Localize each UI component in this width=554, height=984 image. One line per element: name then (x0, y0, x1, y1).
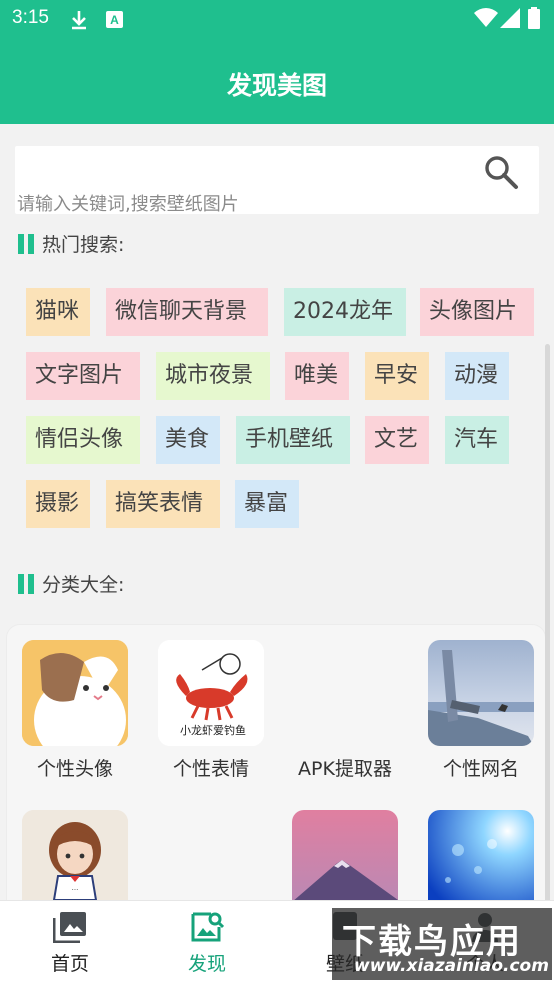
discover-content[interactable]: 请输入关键词,搜索壁纸图片 热门搜索: 猫咪 微信聊天背景 2024龙年 头像图片文字… (0, 124, 554, 900)
category-label: APK提取器 (298, 758, 392, 780)
category-label: 个性表情 (172, 758, 249, 780)
cat-avatar-image (22, 640, 128, 746)
watermark-url: www.xiazainiao.com (354, 956, 549, 976)
hot-search-tag[interactable]: 城市夜景 (156, 352, 270, 400)
status-bar: 3:15 A (0, 0, 554, 38)
apk-extractor-icon (292, 640, 398, 746)
hot-search-tag[interactable]: 头像图片 (420, 288, 534, 336)
hot-search-tag[interactable]: 2024龙年 (284, 288, 406, 336)
search-box[interactable]: 请输入关键词,搜索壁纸图片 (15, 146, 539, 216)
hot-search-tag[interactable]: 早安 (365, 352, 429, 400)
hot-search-tag[interactable]: 暴富 (235, 480, 299, 528)
category-label: 个性头像 (36, 758, 113, 780)
search-input[interactable]: 请输入关键词,搜索壁纸图片 (17, 190, 239, 216)
mountain-pink-sky-image (292, 810, 398, 900)
hot-search-tag[interactable]: 唯美 (285, 352, 349, 400)
category-label: 个性网名 (442, 758, 519, 780)
title-marker-icon (18, 573, 34, 594)
status-time: 3:15 (12, 7, 49, 28)
category-item-sticker[interactable]: 小龙虾爱钓鱼 个性表情 (151, 640, 271, 781)
page-title: 发现美图 (226, 71, 327, 100)
hot-search-tag[interactable]: 摄影 (26, 480, 90, 528)
nav-item-home[interactable]: 首页 (15, 911, 125, 976)
sticker-caption: 小龙虾爱钓鱼 (180, 724, 246, 737)
hot-search-tag[interactable]: 微信聊天背景 (106, 288, 268, 336)
nav-label: 首页 (50, 953, 89, 975)
title-marker-icon (18, 233, 34, 254)
category-item-avatar[interactable]: 个性头像 (15, 640, 135, 781)
battery-icon (528, 7, 540, 33)
search-icon[interactable] (483, 154, 519, 194)
nav-label: 发现 (187, 953, 226, 975)
category-item-apk[interactable]: APK提取器 (285, 640, 405, 781)
hot-search-tag[interactable]: 猫咪 (26, 288, 90, 336)
hot-search-tag[interactable]: 汽车 (445, 416, 509, 464)
anime-girl-image: ··· (22, 810, 128, 900)
hot-search-title: 热门搜索: (18, 230, 124, 257)
watermark-logo: 下载鸟应用 www.xiazainiao.com (332, 908, 552, 980)
nav-item-discover[interactable]: 发现 (152, 911, 262, 976)
category-item-7[interactable] (421, 810, 541, 900)
hot-search-tag[interactable]: 文艺 (365, 416, 429, 464)
categories-title: 分类大全: (18, 570, 124, 597)
hot-search-tag[interactable]: 搞笑表情 (106, 480, 220, 528)
a-notification-icon: A (106, 11, 123, 32)
lobster-sticker-image: 小龙虾爱钓鱼 (158, 640, 264, 746)
seaside-photo-image (428, 640, 534, 746)
hot-search-label: 热门搜索: (42, 234, 125, 256)
scrollbar[interactable] (545, 344, 550, 900)
hot-search-tag[interactable]: 动漫 (445, 352, 509, 400)
hot-search-tag[interactable]: 文字图片 (26, 352, 140, 400)
categories-label: 分类大全: (42, 574, 125, 596)
download-icon (70, 9, 88, 35)
svg-text:A: A (110, 13, 119, 27)
gallery-icon (15, 911, 125, 947)
image-search-icon (152, 911, 262, 947)
app-header: 3:15 A 发现美图 (0, 0, 554, 124)
hot-search-tag[interactable]: 美食 (156, 416, 220, 464)
hot-search-tag[interactable]: 情侣头像 (26, 416, 140, 464)
category-item-6[interactable] (285, 810, 405, 900)
signal-icon (500, 8, 520, 32)
blue-bokeh-image (428, 810, 534, 900)
categories-panel: 个性头像 小龙虾爱钓鱼 个性表情 APK提取器 个性网名 ··· (6, 624, 546, 900)
hot-search-tag[interactable]: 手机壁纸 (236, 416, 350, 464)
wifi-icon (474, 8, 498, 32)
category-item-5[interactable]: ··· (15, 810, 135, 900)
svg-text:···: ··· (72, 886, 79, 894)
category-item-nickname[interactable]: 个性网名 (421, 640, 541, 781)
